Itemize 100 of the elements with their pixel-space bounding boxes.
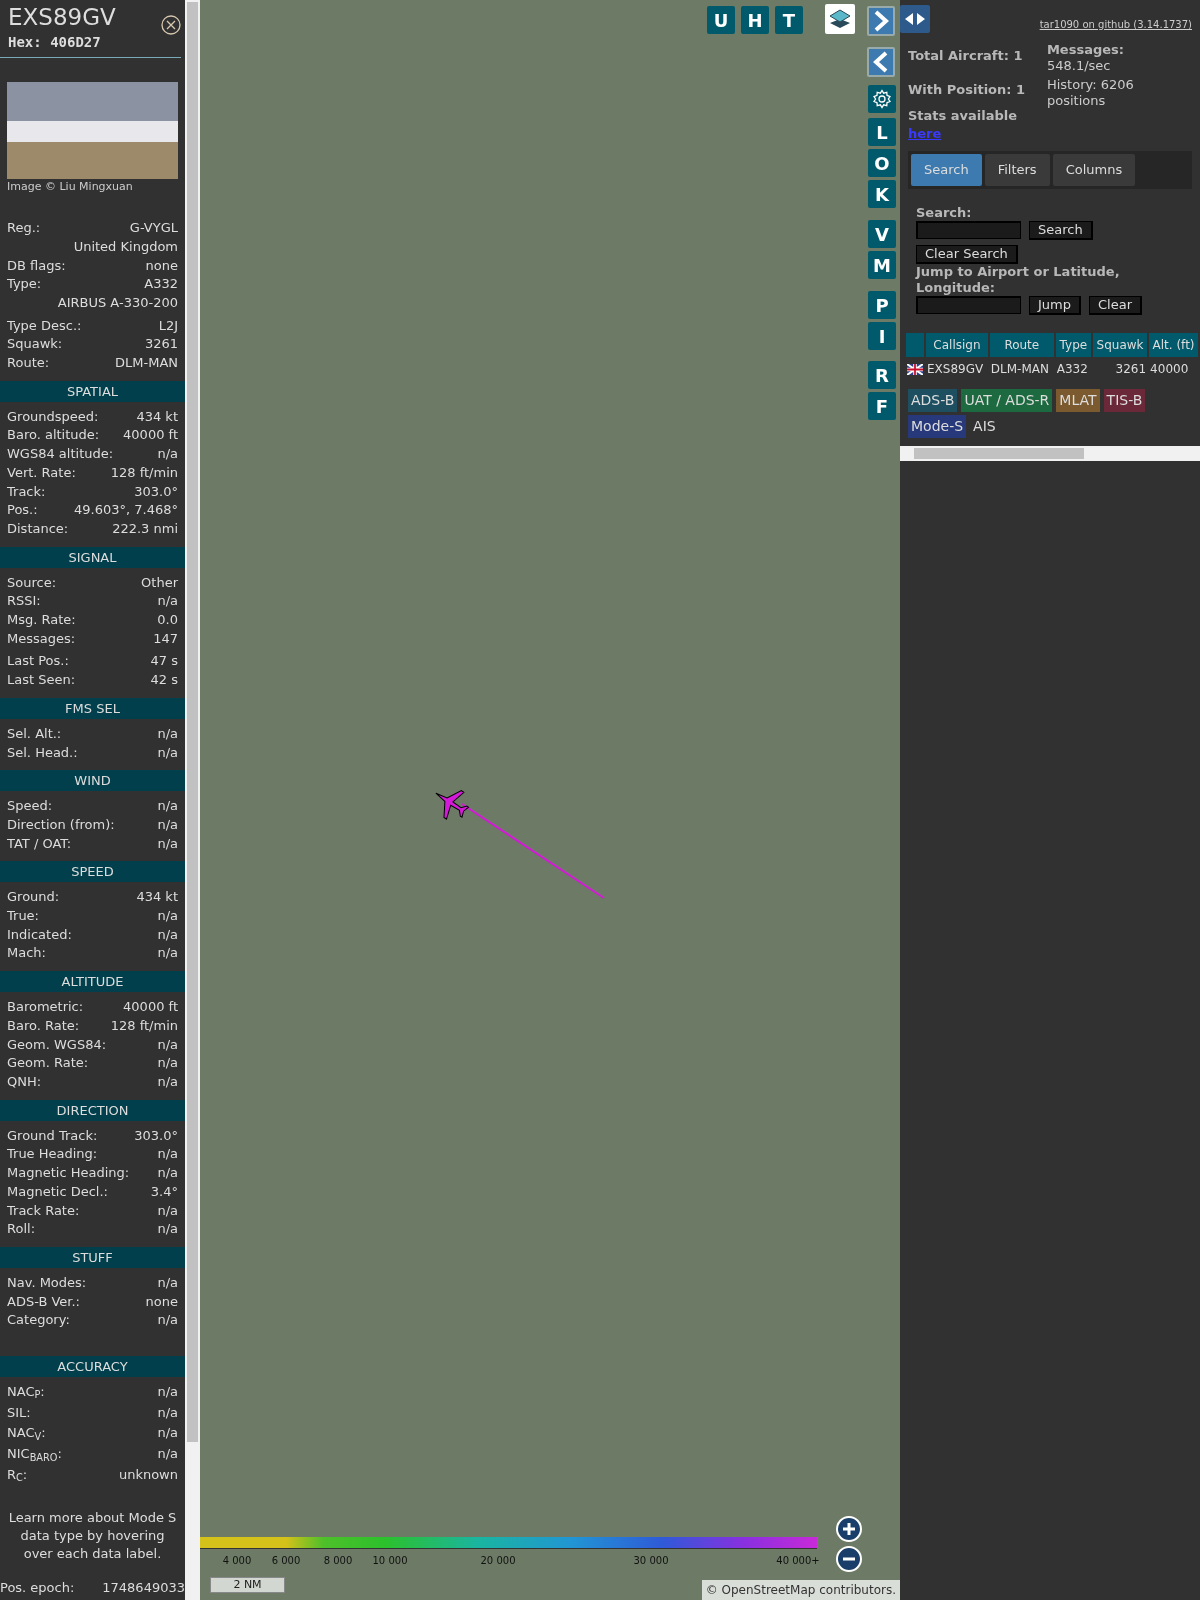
clear-search-button[interactable]: Clear Search: [916, 244, 1018, 264]
field-label: Last Seen:: [7, 671, 76, 690]
field-label: Track Rate:: [7, 1201, 80, 1220]
table-cell-text: 40000: [1149, 360, 1190, 378]
airplane-icon[interactable]: [435, 790, 470, 820]
column-header[interactable]: Callsign: [926, 332, 988, 357]
map-toggle-button[interactable]: V: [868, 220, 896, 248]
source-tag[interactable]: TIS-B: [1103, 388, 1146, 412]
field-value: n/a: [157, 1035, 178, 1054]
close-button[interactable]: [161, 12, 181, 36]
source-tag[interactable]: UAT / ADS-R: [961, 388, 1053, 412]
field-value: none: [145, 1292, 178, 1311]
layers-button[interactable]: [825, 4, 855, 34]
zoom-out-button[interactable]: [836, 1546, 862, 1572]
field-value: n/a: [157, 1054, 178, 1073]
column-header[interactable]: Route: [989, 332, 1054, 357]
map-toggle-button[interactable]: F: [868, 392, 896, 420]
jump-field[interactable]: [916, 296, 1021, 314]
field-label: Sel. Head.:: [7, 743, 78, 762]
field-value: 0.0: [157, 611, 178, 630]
field-value: 128 ft/min: [110, 1016, 178, 1035]
callsign-link[interactable]: EXS89GV: [927, 361, 984, 376]
stats-text: Messages:: [1046, 41, 1125, 58]
field-label: QNH:: [7, 1073, 42, 1091]
field-value: n/a: [157, 1403, 178, 1422]
map-toggle-button[interactable]: M: [868, 251, 896, 279]
source-tag[interactable]: Mode-S: [908, 414, 967, 438]
field-label: Ground Track:: [7, 1126, 98, 1145]
map-toggle-button[interactable]: L: [868, 118, 896, 146]
field-value: n/a: [157, 1383, 178, 1402]
legend-label: 30 000: [633, 1554, 669, 1568]
field-value: none: [145, 256, 178, 275]
map-toggle-button[interactable]: O: [868, 149, 896, 177]
field-value: n/a: [157, 445, 178, 464]
map-toggle-button[interactable]: I: [868, 322, 896, 350]
legend-label: 40 000+: [776, 1554, 820, 1568]
field-label: Roll:: [7, 1220, 35, 1239]
map-toggle-button[interactable]: R: [868, 361, 896, 389]
clear-button[interactable]: Clear: [1089, 295, 1142, 315]
search-field[interactable]: [916, 221, 1021, 239]
table-cell-text: DLM-MAN: [989, 360, 1050, 378]
field-value: 3261: [144, 335, 178, 354]
field-label: Last Pos.:: [7, 652, 69, 671]
plus-icon: [841, 1521, 857, 1537]
stats-text: With Position: 1: [908, 81, 1027, 98]
field-label: Indicated:: [7, 925, 72, 944]
map-toggle-button[interactable]: K: [868, 180, 896, 208]
map-toggle-button[interactable]: U: [707, 6, 735, 34]
column-header[interactable]: Squawk: [1092, 332, 1148, 357]
section-header: STUFF: [0, 1246, 185, 1268]
source-tag[interactable]: MLAT: [1056, 388, 1100, 412]
source-tag[interactable]: ADS-B: [908, 388, 958, 412]
registration-link[interactable]: G-VYGL: [129, 219, 178, 238]
horizontal-scrollbar[interactable]: [900, 445, 1200, 461]
section-header: SPEED: [0, 861, 185, 883]
field-value: 434 kt: [136, 888, 178, 907]
zoom-in-button[interactable]: [836, 1516, 862, 1542]
help-note: Learn more about Mode S data type by hovering over each data label.: [7, 1508, 178, 1563]
attribution-link[interactable]: OpenStreetMap: [721, 1583, 816, 1597]
field-value: 303.0°: [134, 482, 178, 501]
scrollbar[interactable]: [185, 0, 200, 1600]
map-toggle-button[interactable]: T: [775, 6, 803, 34]
field-value: A332: [144, 275, 178, 294]
section-header: ACCURACY: [0, 1356, 185, 1378]
tab[interactable]: Columns: [1052, 154, 1136, 186]
section-header: WIND: [0, 770, 185, 792]
field-label: WGS84 altitude:: [7, 445, 114, 464]
aircraft-row[interactable]: EXS89GV DLM-MAN A332 3261 40000: [906, 358, 1198, 379]
column-header[interactable]: Type: [1055, 332, 1091, 357]
search-button[interactable]: Search: [1029, 220, 1093, 240]
field-label: SIL:: [7, 1403, 31, 1422]
column-header[interactable]: Alt. (ft): [1149, 332, 1198, 357]
map-background[interactable]: U H T L O K V M P I R F 4 000 6 000 8 000 10 000 20 000 30 000 40 000+ 2 NM © OpenStreetMap contributors.: [200, 0, 900, 1600]
version-link[interactable]: tar1090 on github (3.14.1737): [1039, 19, 1192, 30]
previous-button[interactable]: [867, 47, 895, 77]
settings-button[interactable]: [868, 85, 896, 113]
map-toggle-button[interactable]: H: [741, 6, 769, 34]
field-label: Pos. epoch:: [0, 1578, 75, 1597]
jump-button[interactable]: Jump: [1029, 295, 1081, 315]
field-value: 303.0°: [134, 1126, 178, 1145]
field-label: R$_{C}$:: [7, 1465, 28, 1485]
tab[interactable]: Filters: [984, 154, 1050, 186]
field-value: AIRBUS A-330-200: [57, 293, 178, 312]
field-label: NIC$_{BARO}$:: [7, 1445, 62, 1464]
field-label: True:: [7, 907, 39, 926]
field-value: n/a: [157, 815, 178, 834]
next-button[interactable]: [867, 6, 895, 36]
settings-icon: [872, 89, 892, 109]
field-value: 49.603°, 7.468°: [74, 501, 178, 520]
map-toggle-button[interactable]: P: [868, 291, 896, 319]
field-value: 40000 ft: [123, 426, 178, 445]
stats-text: Stats available: [908, 107, 1019, 124]
field-label: NAC$_{P}$:: [7, 1383, 45, 1402]
field-value: 3.4°: [150, 1182, 178, 1201]
stats-text: History: 6206 positions: [1046, 76, 1135, 109]
legend-label: 8 000: [323, 1554, 353, 1568]
left-right-arrows-icon: [904, 12, 926, 26]
field-value: n/a: [157, 907, 178, 926]
toggle-sidebar-button[interactable]: [900, 5, 930, 33]
field-value: n/a: [157, 944, 178, 963]
